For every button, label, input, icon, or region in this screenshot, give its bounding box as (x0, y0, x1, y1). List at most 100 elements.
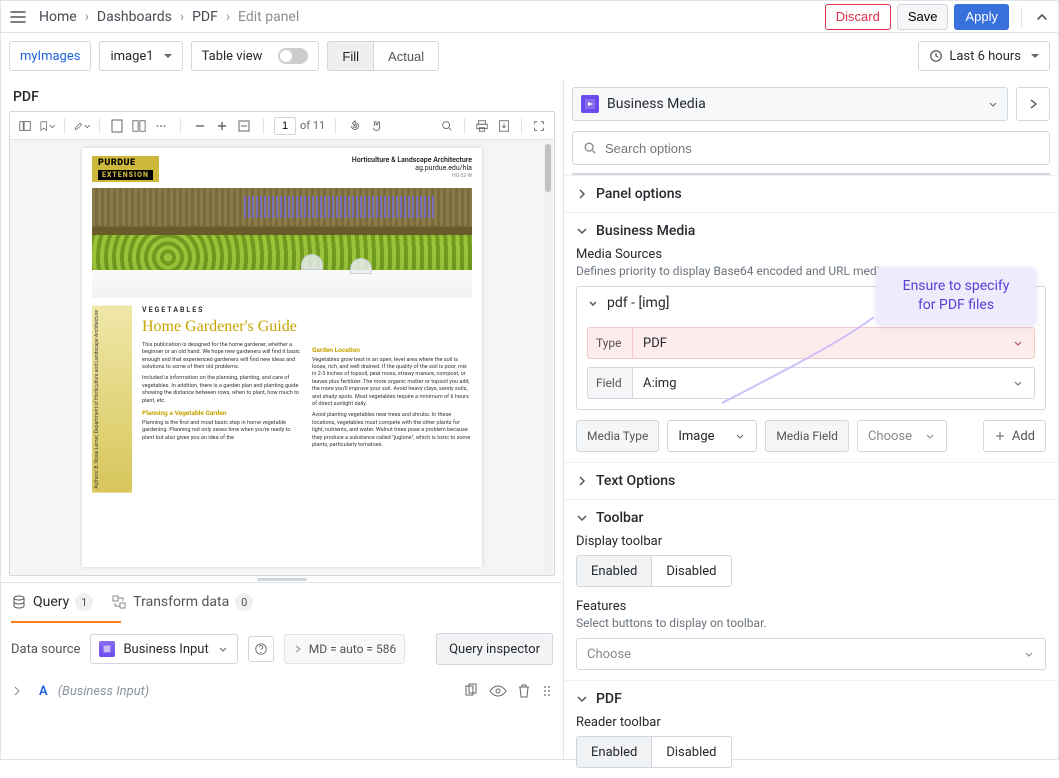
search-options-input[interactable] (572, 131, 1050, 165)
actual-option[interactable]: Actual (373, 42, 438, 70)
table-view-toggle[interactable]: Table view (191, 41, 320, 71)
chevron-down-icon (576, 512, 588, 524)
section-text-options[interactable]: Text Options (576, 473, 1046, 489)
time-range-picker[interactable]: Last 6 hours (918, 41, 1050, 71)
media-field-label: Media Field (765, 420, 849, 452)
more-icon[interactable] (152, 117, 170, 135)
media-sources-label: Media Sources (576, 247, 1046, 262)
copy-icon[interactable] (463, 683, 479, 699)
enabled-option[interactable]: Enabled (577, 556, 651, 586)
query-name-placeholder[interactable]: (Business Input) (58, 684, 150, 699)
display-toolbar-label: Display toolbar (576, 534, 1046, 549)
type-row: Type PDF (587, 327, 1035, 359)
doc-paragraph: Avoid planting vegetables near trees and… (312, 412, 472, 449)
disabled-option[interactable]: Disabled (651, 556, 730, 586)
features-help: Select buttons to display on toolbar. (576, 616, 1046, 630)
zoom-in-icon[interactable] (213, 117, 231, 135)
expand-panel-button[interactable] (1016, 87, 1050, 121)
media-field-select[interactable]: Choose (857, 420, 947, 452)
single-page-icon[interactable] (108, 117, 126, 135)
two-page-icon[interactable] (130, 117, 148, 135)
bookmark-icon[interactable] (38, 117, 56, 135)
section-panel-options[interactable]: Panel options (576, 186, 1046, 202)
image1-select[interactable]: image1 (99, 41, 182, 71)
section-toolbar[interactable]: Toolbar (576, 510, 1046, 526)
doc-authors-sidebar: Authors: B. Rosie Lerner, Department of … (92, 306, 132, 493)
fill-option[interactable]: Fill (328, 42, 373, 70)
query-count-badge: 1 (75, 593, 93, 611)
database-icon (11, 594, 27, 610)
media-source-title: pdf - [img] (607, 295, 669, 311)
features-select[interactable]: Choose (576, 638, 1046, 670)
hand-icon[interactable] (368, 117, 386, 135)
chevron-down-icon (1027, 49, 1039, 64)
drag-handle-icon[interactable] (541, 683, 553, 699)
chevron-right-icon: › (180, 9, 184, 25)
rotate-icon[interactable] (346, 117, 364, 135)
tab-query[interactable]: Query 1 (11, 593, 93, 619)
add-button[interactable]: Add (983, 420, 1046, 452)
query-a-row: A (Business Input) (1, 675, 563, 707)
save-button[interactable]: Save (897, 4, 949, 30)
type-select[interactable]: PDF (633, 327, 1035, 359)
highlight-icon[interactable] (73, 117, 91, 135)
doc-subheading: Garden Location (312, 346, 472, 355)
visualization-picker[interactable]: Business Media (572, 87, 1008, 121)
chevron-down-icon (924, 430, 936, 442)
collapse-up-icon[interactable] (1034, 9, 1050, 25)
menu-icon[interactable] (9, 8, 27, 26)
apply-button[interactable]: Apply (954, 4, 1009, 30)
fit-icon[interactable] (235, 117, 253, 135)
chevron-right-icon[interactable] (11, 685, 23, 697)
field-label: Field (587, 367, 633, 399)
section-business-media[interactable]: Business Media (576, 223, 1046, 239)
fullscreen-icon[interactable] (530, 117, 548, 135)
md-chip[interactable]: MD = auto = 586 (284, 634, 405, 664)
section-pdf[interactable]: PDF (576, 691, 1046, 707)
field-row: Field A:img (587, 367, 1035, 399)
datasource-value: Business Input (123, 642, 208, 657)
divider (1021, 7, 1022, 27)
breadcrumb-dashboards[interactable]: Dashboards (97, 9, 172, 25)
chevron-down-icon[interactable] (587, 297, 599, 309)
type-label: Type (587, 327, 633, 359)
zoom-out-icon[interactable] (191, 117, 209, 135)
chevron-down-icon (1012, 377, 1024, 389)
doc-title: Home Gardener's Guide (142, 317, 472, 336)
toggle-off-icon (278, 48, 308, 64)
chevron-down-icon (734, 430, 746, 442)
disabled-option[interactable]: Disabled (651, 737, 730, 767)
field-select[interactable]: A:img (633, 367, 1035, 399)
query-inspector-button[interactable]: Query inspector (436, 633, 553, 665)
doc-code: HO-32-W (352, 173, 472, 179)
page-number-input[interactable] (274, 117, 296, 135)
scrollbar[interactable] (544, 142, 552, 573)
doc-paragraph: Vegetables grow best in an open, level a… (312, 357, 472, 409)
datasource-select[interactable]: Business Input (90, 634, 237, 664)
chevron-right-icon: › (85, 9, 89, 25)
sidebar-toggle-icon[interactable] (16, 117, 34, 135)
business-media-icon (581, 95, 599, 113)
chevron-down-icon (576, 693, 588, 705)
myimages-link[interactable]: myImages (9, 41, 91, 71)
doc-url: ag.purdue.edu/hla (352, 164, 472, 172)
time-range-label: Last 6 hours (949, 49, 1021, 64)
media-type-label: Media Type (576, 420, 659, 452)
print-icon[interactable] (473, 117, 491, 135)
page-count-label: of 11 (300, 119, 325, 132)
reader-toolbar-toggle: Enabled Disabled (576, 736, 732, 768)
brand-logo: PURDUE EXTENSION (92, 156, 159, 182)
download-icon[interactable] (495, 117, 513, 135)
media-type-select[interactable]: Image (667, 420, 757, 452)
search-icon[interactable] (438, 117, 456, 135)
doc-category: VEGETABLES (142, 306, 472, 314)
tab-transform[interactable]: Transform data 0 (111, 593, 253, 619)
datasource-help-button[interactable] (248, 636, 274, 662)
pdf-toolbar: of 11 (10, 112, 554, 140)
enabled-option[interactable]: Enabled (577, 737, 651, 767)
breadcrumb-pdf[interactable]: PDF (192, 9, 218, 25)
trash-icon[interactable] (517, 683, 531, 699)
breadcrumb-home[interactable]: Home (39, 9, 77, 25)
discard-button[interactable]: Discard (825, 4, 891, 30)
eye-icon[interactable] (489, 683, 507, 699)
